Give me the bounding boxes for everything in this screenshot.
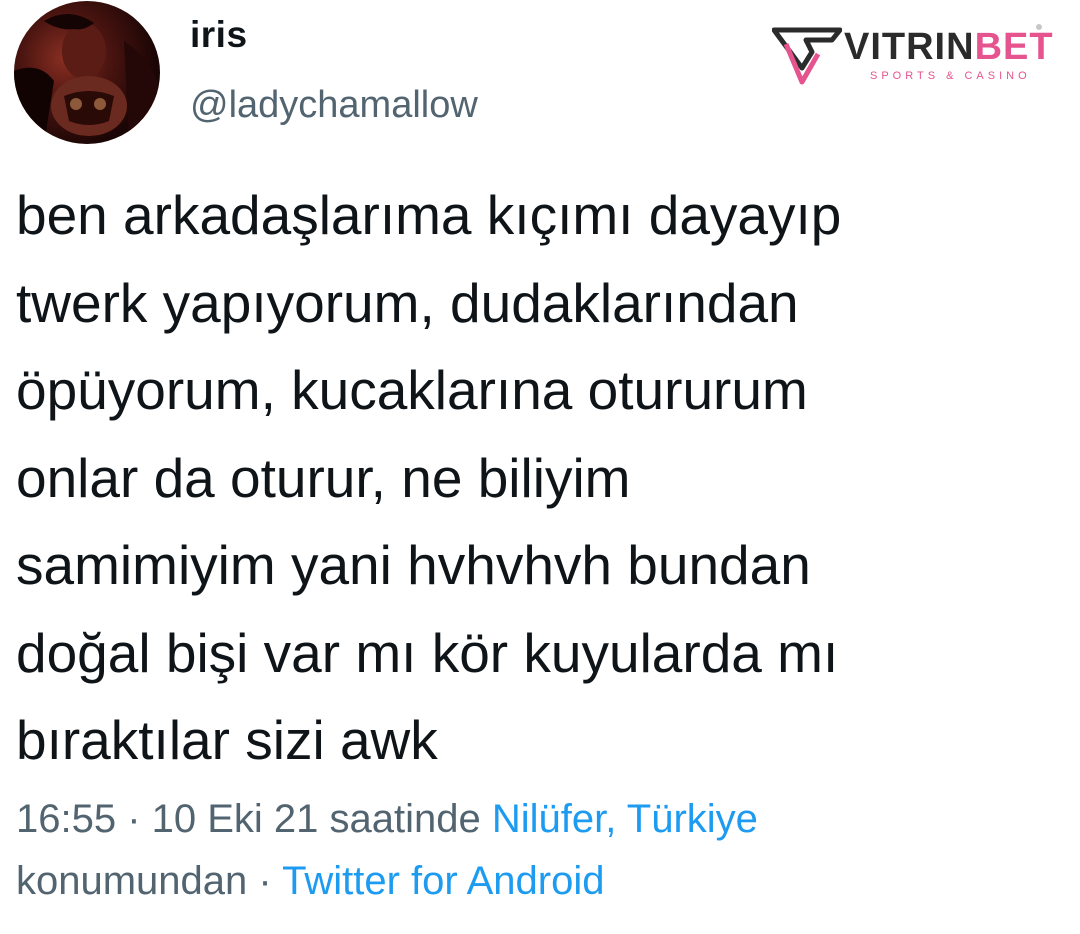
tweet-line: doğal bişi var mı kör kuyularda mı <box>16 621 839 684</box>
location-suffix: konumundan · <box>16 859 272 903</box>
tweet-line: ben arkadaşlarıma kıçımı dayayıp <box>16 184 842 246</box>
tweet-text: ben arkadaşlarıma kıçımı dayayıp twerk y… <box>16 172 1066 785</box>
tweet-line: twerk yapıyorum, dudaklarından <box>16 271 799 334</box>
watermark-tagline: SPORTS & CASINO <box>870 70 1031 82</box>
watermark-wordmark: VITRINBET <box>844 26 1054 68</box>
avatar[interactable] <box>14 1 160 144</box>
profile-photo-icon <box>14 13 160 144</box>
tweet-line: bıraktılar sizi awk <box>16 709 438 771</box>
source-link[interactable]: Twitter for Android <box>282 859 604 903</box>
display-name[interactable]: iris <box>190 14 248 56</box>
tweet-line: samimiyim yani hvhvhvh bundan <box>16 534 811 596</box>
tweet-meta: 16:55 · 10 Eki 21 saatinde Nilüfer, Türk… <box>16 788 1066 912</box>
tweet-line: onlar da oturur, ne biliyim <box>16 446 631 509</box>
tweet-timestamp[interactable]: 16:55 · 10 Eki 21 saatinde <box>16 797 481 841</box>
tweet-line: öpüyorum, kucaklarına otururum <box>16 359 808 421</box>
watermark-dot <box>1036 24 1042 30</box>
user-handle[interactable]: @ladychamallow <box>190 84 478 127</box>
location-link[interactable]: Nilüfer, Türkiye <box>492 797 758 841</box>
vitrinbet-logo-icon <box>772 27 842 85</box>
watermark-logo: VITRINBET SPORTS & CASINO <box>772 24 1054 88</box>
